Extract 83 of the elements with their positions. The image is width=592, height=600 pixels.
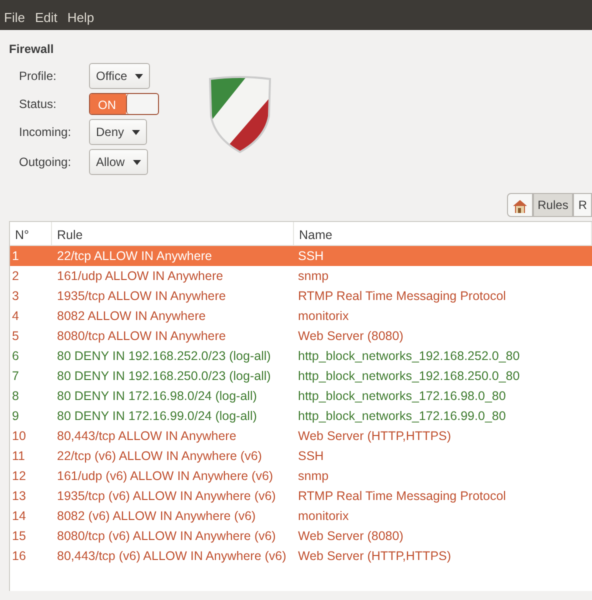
table-row[interactable]: 3 1935/tcp ALLOW IN Anywhere RTMP Real Time Messaging Protocol: [10, 286, 592, 306]
table-cell-text: 10: [11, 428, 27, 445]
table-cell-text: 1935/tcp ALLOW IN Anywhere: [56, 288, 227, 305]
table-row[interactable]: 11 22/tcp (v6) ALLOW IN Anywhere (v6) SSH: [10, 446, 592, 466]
table-cell-text: snmp: [297, 268, 330, 285]
table-cell-text: 80,443/tcp (v6) ALLOW IN Anywhere (v6): [56, 548, 288, 565]
table-row[interactable]: 8 80 DENY IN 172.16.98.0/24 (log-all) http_block_networks_172.16.98.0_80: [10, 386, 592, 406]
table-cell-text: Web Server (8080): [297, 528, 404, 545]
table-cell-text: SSH: [297, 248, 325, 265]
table-cell-text: 16: [11, 548, 27, 565]
table-cell-text: Web Server (HTTP,HTTPS): [297, 548, 452, 565]
table-cell-text: 22/tcp (v6) ALLOW IN Anywhere (v6): [56, 448, 263, 465]
table-row[interactable]: 4 8082 ALLOW IN Anywhere monitorix: [10, 306, 592, 326]
home-tab[interactable]: [506, 193, 533, 217]
table-cell-text: 22/tcp ALLOW IN Anywhere: [56, 248, 213, 265]
table-row[interactable]: 6 80 DENY IN 192.168.252.0/23 (log-all) http_block_networks_192.168.252.0_80: [10, 346, 592, 366]
table-row[interactable]: 5 8080/tcp ALLOW IN Anywhere Web Server (8080): [10, 326, 592, 346]
table-row[interactable]: 12 161/udp (v6) ALLOW IN Anywhere (v6) snmp: [10, 466, 592, 486]
table-cell-text: 1935/tcp (v6) ALLOW IN Anywhere (v6): [56, 488, 277, 505]
section-title: Firewall: [9, 41, 55, 58]
menu-item[interactable]: File: [4, 8, 25, 27]
table-cell-text: 80,443/tcp ALLOW IN Anywhere: [56, 428, 238, 445]
table-cell-text: 15: [11, 528, 27, 545]
table-cell-text: monitorix: [297, 308, 350, 325]
table-row[interactable]: 15 8080/tcp (v6) ALLOW IN Anywhere (v6) Web Server (8080): [10, 526, 592, 546]
table-cell-text: 3: [11, 288, 20, 305]
menu-item[interactable]: Help: [67, 8, 94, 27]
table-cell-text: 2: [11, 268, 20, 285]
table-cell-text: SSH: [297, 448, 325, 465]
table-cell-text: 14: [11, 508, 27, 525]
table-row[interactable]: 1 22/tcp ALLOW IN Anywhere SSH: [10, 246, 592, 266]
table-cell-text: 13: [11, 488, 27, 505]
table-row[interactable]: 13 1935/tcp (v6) ALLOW IN Anywhere (v6) RTMP Real Time Messaging Protocol: [10, 486, 592, 506]
table-cell-text: Web Server (8080): [297, 328, 404, 345]
dropdown[interactable]: Allow: [89, 149, 148, 175]
table-cell-text: 6: [11, 348, 20, 365]
tab[interactable]: R: [573, 193, 592, 217]
column-header[interactable]: N°: [10, 222, 52, 245]
table-cell-text: 80 DENY IN 172.16.98.0/24 (log-all): [56, 388, 258, 405]
table-row[interactable]: 2 161/udp ALLOW IN Anywhere snmp: [10, 266, 592, 286]
table-cell-text: 4: [11, 308, 20, 325]
table-cell-text: 7: [11, 368, 20, 385]
dropdown[interactable]: Office: [89, 63, 150, 89]
field-label: Incoming:: [19, 124, 72, 141]
table-row[interactable]: 9 80 DENY IN 172.16.99.0/24 (log-all) http_block_networks_172.16.99.0_80: [10, 406, 592, 426]
table-cell-text: 161/udp (v6) ALLOW IN Anywhere (v6): [56, 468, 274, 485]
table-cell-text: 8: [11, 388, 20, 405]
menu-item[interactable]: Edit: [34, 8, 58, 27]
column-header[interactable]: Name: [294, 222, 592, 245]
field-label: Profile:: [19, 68, 58, 85]
table-cell-text: 5: [11, 328, 20, 345]
table-row[interactable]: 7 80 DENY IN 192.168.250.0/23 (log-all) http_block_networks_192.168.250.0_80: [10, 366, 592, 386]
tab[interactable]: Rules: [532, 193, 574, 217]
table-cell-text: 8082 (v6) ALLOW IN Anywhere (v6): [56, 508, 257, 525]
table-cell-text: 8080/tcp ALLOW IN Anywhere: [56, 328, 227, 345]
table-cell-text: http_block_networks_192.168.250.0_80: [297, 368, 521, 385]
table-cell-text: 80 DENY IN 192.168.250.0/23 (log-all): [56, 368, 272, 385]
table-cell-text: Web Server (HTTP,HTTPS): [297, 428, 452, 445]
column-header[interactable]: Rule: [52, 222, 294, 245]
table-cell-text: monitorix: [297, 508, 350, 525]
table-cell-text: RTMP Real Time Messaging Protocol: [297, 288, 507, 305]
status-switch[interactable]: ON: [89, 93, 159, 115]
table-cell-text: snmp: [297, 468, 330, 485]
table-cell-text: 161/udp ALLOW IN Anywhere: [56, 268, 224, 285]
field-label: Outgoing:: [19, 154, 72, 171]
dropdown[interactable]: Deny: [89, 119, 148, 145]
table-cell-text: 1: [11, 248, 20, 265]
table-cell-text: 9: [11, 408, 20, 425]
table-cell-text: 80 DENY IN 172.16.99.0/24 (log-all): [56, 408, 258, 425]
table-cell-text: 8082 ALLOW IN Anywhere: [56, 308, 207, 325]
table-row[interactable]: 14 8082 (v6) ALLOW IN Anywhere (v6) monitorix: [10, 506, 592, 526]
table-cell-text: http_block_networks_192.168.252.0_80: [297, 348, 521, 365]
table-cell-text: 12: [11, 468, 27, 485]
table-cell-text: 80 DENY IN 192.168.252.0/23 (log-all): [56, 348, 272, 365]
table-cell-text: 11: [11, 448, 26, 465]
house-icon: [512, 198, 528, 214]
table-cell-text: RTMP Real Time Messaging Protocol: [297, 488, 507, 505]
table-cell-text: http_block_networks_172.16.99.0_80: [297, 408, 507, 425]
field-label: Status:: [19, 96, 58, 113]
table-row[interactable]: 16 80,443/tcp (v6) ALLOW IN Anywhere (v6) Web Server (HTTP,HTTPS): [10, 546, 592, 566]
table-cell-text: 8080/tcp (v6) ALLOW IN Anywhere (v6): [56, 528, 277, 545]
table-row[interactable]: 10 80,443/tcp ALLOW IN Anywhere Web Server (HTTP,HTTPS): [10, 426, 592, 446]
table-cell-text: http_block_networks_172.16.98.0_80: [297, 388, 507, 405]
